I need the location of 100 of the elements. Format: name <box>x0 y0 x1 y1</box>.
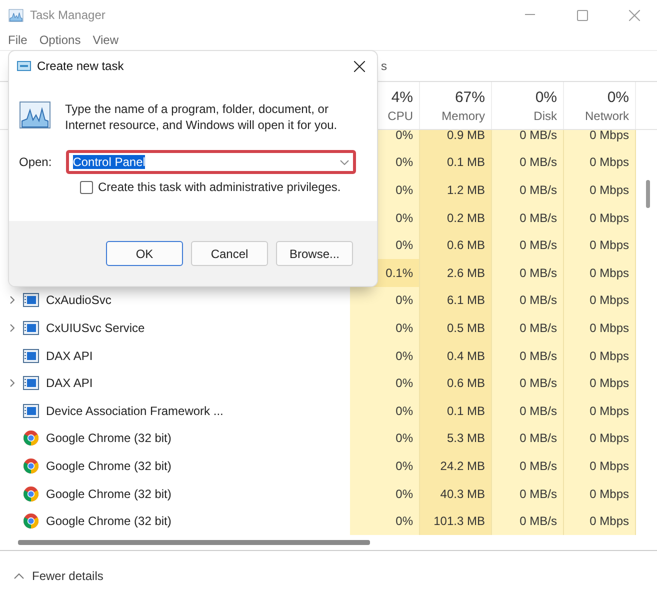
disk-cell: 0 MB/s <box>492 507 564 535</box>
memory-cell: 40.3 MB <box>420 480 492 508</box>
fewer-details-link[interactable]: Fewer details <box>32 568 104 582</box>
process-name: Google Chrome (32 bit) <box>46 514 172 528</box>
dialog-button[interactable]: OK <box>106 241 183 266</box>
process-name: CxUIUSvc Service <box>46 320 145 335</box>
service-icon <box>23 404 39 418</box>
chrome-icon <box>23 486 39 502</box>
checkbox-label: Create this task with administrative privileges. <box>98 180 341 194</box>
network-cell: 0 Mbps <box>564 130 636 149</box>
scrollbar-thumb[interactable] <box>646 180 650 208</box>
dialog-icon <box>17 61 31 71</box>
memory-cell: 1.2 MB <box>420 176 492 204</box>
network-cell: 0 Mbps <box>564 176 636 204</box>
memory-cell: 5.3 MB <box>420 424 492 452</box>
cpu-cell: 0% <box>350 396 420 425</box>
disk-cell: 0 MB/s <box>492 231 564 259</box>
memory-cell: 101.3 MB <box>420 507 492 535</box>
cpu-cell: 0% <box>350 286 420 314</box>
disk-cell: 0 MB/s <box>492 342 564 370</box>
process-name: Google Chrome (32 bit) <box>46 458 172 473</box>
disk-cell: 0 MB/s <box>492 396 564 425</box>
memory-cell: 0.5 MB <box>420 314 492 342</box>
cpu-cell: 0% <box>350 452 420 480</box>
disk-cell: 0 MB/s <box>492 204 564 232</box>
network-cell: 0 Mbps <box>564 452 636 480</box>
cpu-cell: 0% <box>350 342 420 370</box>
dialog-title: Create new task <box>37 59 125 73</box>
disk-cell: 0 MB/s <box>492 130 564 149</box>
disk-cell: 0 MB/s <box>492 176 564 204</box>
network-cell: 0 Mbps <box>564 424 636 452</box>
chart-icon <box>19 101 51 129</box>
cpu-cell: 0% <box>350 424 420 452</box>
open-label: Open: <box>19 155 52 169</box>
memory-cell: 0.6 MB <box>420 231 492 259</box>
memory-cell: 0.9 MB <box>420 130 492 149</box>
network-cell: 0 Mbps <box>564 258 636 287</box>
memory-cell: 24.2 MB <box>420 452 492 480</box>
memory-cell: 0.4 MB <box>420 342 492 370</box>
network-cell: 0 Mbps <box>564 231 636 259</box>
service-icon <box>23 348 39 363</box>
cpu-cell: 0% <box>350 480 420 508</box>
disk-cell: 0 MB/s <box>492 148 564 176</box>
expand-chevron-icon[interactable] <box>8 379 16 388</box>
disk-cell: 0 MB/s <box>492 369 564 397</box>
disk-cell: 0 MB/s <box>492 424 564 452</box>
cpu-cell: 0% <box>350 369 420 397</box>
caret-up-icon <box>14 572 24 578</box>
close-icon <box>354 60 364 72</box>
disk-cell: 0 MB/s <box>492 480 564 508</box>
service-icon <box>23 293 39 308</box>
network-cell: 0 Mbps <box>564 396 636 425</box>
service-icon <box>23 376 39 390</box>
process-name: CxAudioSvc <box>46 293 112 308</box>
menu-item[interactable]: View <box>86 33 124 47</box>
service-icon <box>23 320 39 335</box>
app-icon <box>8 8 24 22</box>
menu-item[interactable]: File <box>2 33 34 47</box>
disk-cell: 0 MB/s <box>492 286 564 314</box>
dialog-button[interactable]: Cancel <box>191 241 268 266</box>
network-cell: 0 Mbps <box>564 286 636 314</box>
close-icon <box>628 10 640 20</box>
network-cell: 0 Mbps <box>564 148 636 176</box>
process-name: Device Association Framework ... <box>46 404 224 418</box>
network-cell: 0 Mbps <box>564 204 636 232</box>
network-cell: 0 Mbps <box>564 480 636 508</box>
network-cell: 0 Mbps <box>564 369 636 397</box>
network-cell: 0 Mbps <box>564 507 636 535</box>
scrollbar-thumb[interactable] <box>18 540 370 545</box>
network-cell: 0 Mbps <box>564 342 636 370</box>
chrome-icon <box>23 430 39 446</box>
process-name: Google Chrome (32 bit) <box>46 486 172 501</box>
process-name: Google Chrome (32 bit) <box>46 431 172 446</box>
expand-chevron-icon[interactable] <box>8 296 16 304</box>
memory-cell: 0.1 MB <box>420 148 492 176</box>
maximize-icon <box>576 10 588 20</box>
memory-cell: 6.1 MB <box>420 286 492 314</box>
process-name: DAX API <box>46 376 93 390</box>
window-title: Task Manager <box>30 8 106 22</box>
menu-item[interactable]: Options <box>33 33 87 47</box>
disk-cell: 0 MB/s <box>492 452 564 480</box>
disk-cell: 0 MB/s <box>492 258 564 287</box>
memory-cell: 0.1 MB <box>420 396 492 425</box>
chrome-icon <box>23 458 39 474</box>
minimize-icon <box>525 14 535 16</box>
cpu-cell: 0% <box>350 507 420 535</box>
memory-cell: 0.6 MB <box>420 369 492 397</box>
dialog-button[interactable]: Browse... <box>276 241 353 266</box>
open-combo-box[interactable]: Control Panel <box>66 150 356 174</box>
cpu-cell: 0% <box>350 314 420 342</box>
disk-cell: 0 MB/s <box>492 314 564 342</box>
expand-chevron-icon[interactable] <box>8 324 16 332</box>
process-name: DAX API <box>46 348 93 363</box>
chrome-icon <box>23 513 39 530</box>
checkbox[interactable] <box>80 180 93 194</box>
tab[interactable]: s <box>381 59 387 73</box>
memory-cell: 2.6 MB <box>420 258 492 287</box>
memory-cell: 0.2 MB <box>420 204 492 232</box>
dialog-message: Type the name of a program, folder, document, or Internet resource, and Windows will open it for you. <box>65 101 338 133</box>
network-cell: 0 Mbps <box>564 314 636 342</box>
